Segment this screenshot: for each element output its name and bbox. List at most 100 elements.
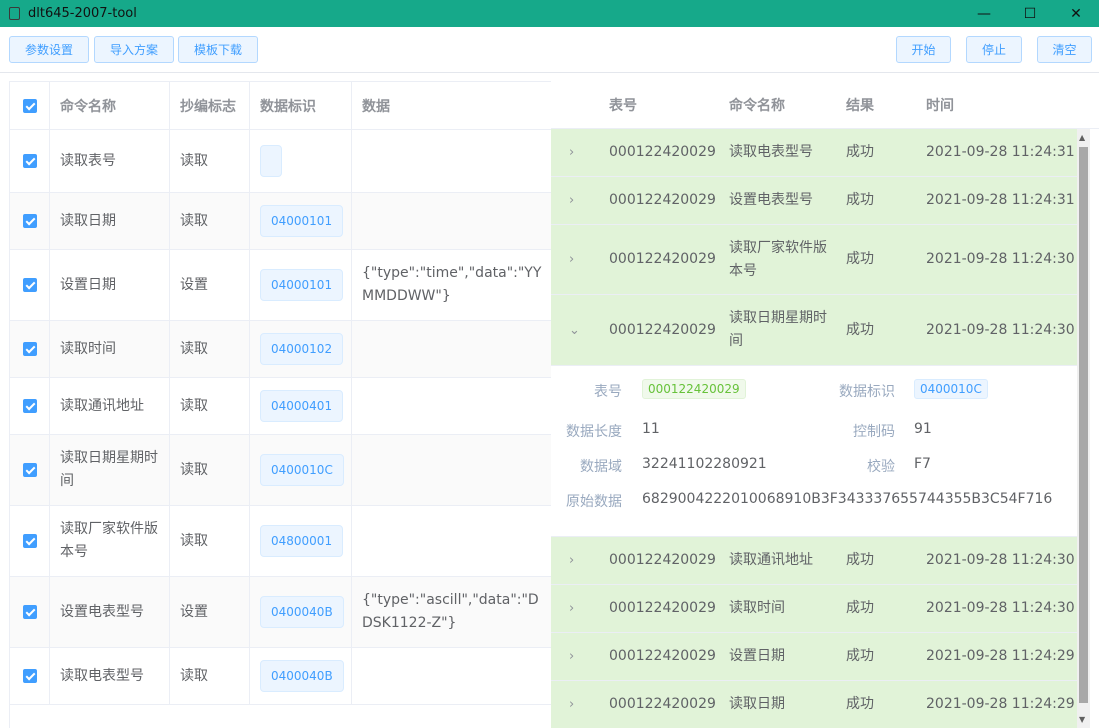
chevron-right-icon[interactable]: › [569, 177, 574, 224]
maximize-button[interactable]: ☐ [1007, 0, 1053, 27]
detail-meter-label: 表号 [594, 384, 622, 400]
result-row[interactable]: › 000122420029 设置日期 成功 2021-09-28 11:24:… [551, 633, 1077, 681]
chevron-right-icon[interactable]: › [569, 225, 574, 294]
result-row[interactable]: › 000122420029 设置电表型号 成功 2021-09-28 11:2… [551, 177, 1077, 225]
command-flag: 设置 [180, 603, 208, 620]
data-id-tag[interactable]: 0400040B [260, 660, 344, 692]
result-meter: 000122420029 [609, 600, 716, 616]
row-checkbox[interactable] [22, 534, 37, 548]
detail-field-label: 数据域 [580, 459, 622, 475]
command-row[interactable]: 读取电表型号 读取 0400040B [10, 648, 551, 705]
header-time: 时间 [926, 98, 954, 114]
detail-ctrl-label: 控制码 [853, 424, 895, 440]
window-title: dlt645-2007-tool [28, 6, 137, 21]
data-id-tag[interactable]: 0400010C [260, 454, 344, 486]
detail-id-label: 数据标识 [839, 384, 895, 400]
toolbar: 参数设置 导入方案 模板下载 开始 停止 清空 [0, 27, 1099, 73]
command-row[interactable]: 设置电表型号 设置 0400040B {"type":"ascill","dat… [10, 577, 551, 648]
detail-meter-tag: 000122420029 [642, 379, 746, 399]
command-row[interactable]: 读取通讯地址 读取 04000401 [10, 378, 551, 435]
row-checkbox[interactable] [22, 154, 37, 168]
row-checkbox[interactable] [22, 278, 37, 292]
command-row[interactable]: 设置日期 设置 04000101 {"type":"time","data":"… [10, 250, 551, 321]
result-time: 2021-09-28 11:24:29 [926, 648, 1075, 664]
command-name: 读取日期 [60, 212, 116, 229]
result-row[interactable]: › 000122420029 读取日期 成功 2021-09-28 11:24:… [551, 681, 1077, 728]
data-id-tag[interactable]: 04000101 [260, 269, 344, 301]
scroll-down-arrow-icon[interactable]: ▼ [1079, 715, 1085, 724]
result-status: 成功 [846, 648, 874, 664]
header-result: 结果 [846, 98, 874, 114]
results-table-header: 表号 命令名称 结果 时间 [551, 81, 1099, 129]
result-row[interactable]: ⌄ 000122420029 读取日期星期时间 成功 2021-09-28 11… [551, 295, 1077, 366]
result-meter: 000122420029 [609, 696, 716, 712]
result-row[interactable]: › 000122420029 读取电表型号 成功 2021-09-28 11:2… [551, 129, 1077, 177]
detail-raw-label: 原始数据 [566, 494, 622, 510]
data-id-tag[interactable]: 04000102 [260, 333, 344, 365]
row-checkbox[interactable] [22, 214, 37, 228]
result-time: 2021-09-28 11:24:31 [926, 144, 1075, 160]
result-status: 成功 [846, 251, 874, 267]
result-command: 读取厂家软件版本号 [729, 239, 827, 279]
chevron-right-icon[interactable]: › [569, 129, 574, 176]
row-checkbox[interactable] [22, 342, 37, 356]
result-status: 成功 [846, 321, 874, 338]
command-row[interactable]: 读取日期星期时间 读取 0400010C [10, 435, 551, 506]
chevron-right-icon[interactable]: › [569, 585, 574, 632]
result-status: 成功 [846, 696, 874, 712]
header-name: 命令名称 [50, 82, 170, 129]
command-name: 读取时间 [60, 340, 116, 357]
command-row[interactable]: 读取表号 读取 [10, 130, 551, 193]
chevron-right-icon[interactable]: › [569, 537, 574, 584]
command-flag: 设置 [180, 276, 208, 293]
row-checkbox[interactable] [22, 669, 37, 683]
data-id-tag[interactable]: 0400040B [260, 596, 344, 628]
row-checkbox[interactable] [22, 463, 37, 477]
chevron-right-icon[interactable]: › [569, 681, 574, 728]
template-download-button[interactable]: 模板下载 [178, 36, 258, 63]
result-time: 2021-09-28 11:24:31 [926, 192, 1075, 208]
result-time: 2021-09-28 11:24:30 [926, 552, 1075, 568]
command-data: {"type":"ascill","data":"DDSK1122-Z"} [362, 592, 539, 631]
result-row[interactable]: › 000122420029 读取厂家软件版本号 成功 2021-09-28 1… [551, 225, 1077, 295]
results-scrollbar[interactable]: ▲ ▼ [1077, 129, 1090, 728]
header-id: 数据标识 [250, 82, 352, 129]
command-name: 设置电表型号 [60, 603, 144, 620]
start-button[interactable]: 开始 [896, 36, 951, 63]
detail-check-value: F7 [914, 456, 931, 472]
command-row[interactable]: 读取日期 读取 04000101 [10, 193, 551, 250]
command-name: 设置日期 [60, 276, 116, 293]
stop-button[interactable]: 停止 [966, 36, 1022, 63]
command-row[interactable]: 读取时间 读取 04000102 [10, 321, 551, 378]
select-all-checkbox[interactable] [22, 98, 37, 113]
command-row[interactable]: 读取厂家软件版本号 读取 04800001 [10, 506, 551, 577]
chevron-down-icon[interactable]: ⌄ [569, 295, 580, 365]
result-time: 2021-09-28 11:24:29 [926, 696, 1075, 712]
data-id-tag[interactable]: 04000101 [260, 205, 344, 237]
params-button[interactable]: 参数设置 [9, 36, 89, 63]
command-table-header: 命令名称 抄编标志 数据标识 数据 [10, 82, 551, 130]
command-flag: 读取 [180, 397, 208, 414]
import-button[interactable]: 导入方案 [94, 36, 174, 63]
detail-id-tag: 0400010C [914, 379, 988, 399]
scroll-up-arrow-icon[interactable]: ▲ [1079, 133, 1085, 142]
result-row[interactable]: › 000122420029 读取时间 成功 2021-09-28 11:24:… [551, 585, 1077, 633]
minimize-button[interactable]: — [961, 0, 1007, 27]
row-checkbox[interactable] [22, 399, 37, 413]
result-row[interactable]: › 000122420029 读取通讯地址 成功 2021-09-28 11:2… [551, 537, 1077, 585]
data-id-tag[interactable]: 04800001 [260, 525, 344, 557]
command-name: 读取厂家软件版本号 [60, 521, 158, 560]
clear-button[interactable]: 清空 [1037, 36, 1092, 63]
scroll-thumb[interactable] [1079, 147, 1088, 703]
close-button[interactable]: ✕ [1053, 0, 1099, 27]
row-checkbox[interactable] [22, 605, 37, 619]
result-time: 2021-09-28 11:24:30 [926, 321, 1075, 338]
command-flag: 读取 [180, 212, 208, 229]
detail-check-label: 校验 [867, 459, 895, 475]
result-command: 读取通讯地址 [729, 552, 813, 568]
chevron-right-icon[interactable]: › [569, 633, 574, 680]
data-id-tag[interactable] [260, 145, 282, 177]
results-table: 表号 命令名称 结果 时间 › 000122420029 读取电表型号 成功 2… [551, 81, 1099, 728]
data-id-tag[interactable]: 04000401 [260, 390, 344, 422]
detail-len-value: 11 [642, 421, 660, 437]
